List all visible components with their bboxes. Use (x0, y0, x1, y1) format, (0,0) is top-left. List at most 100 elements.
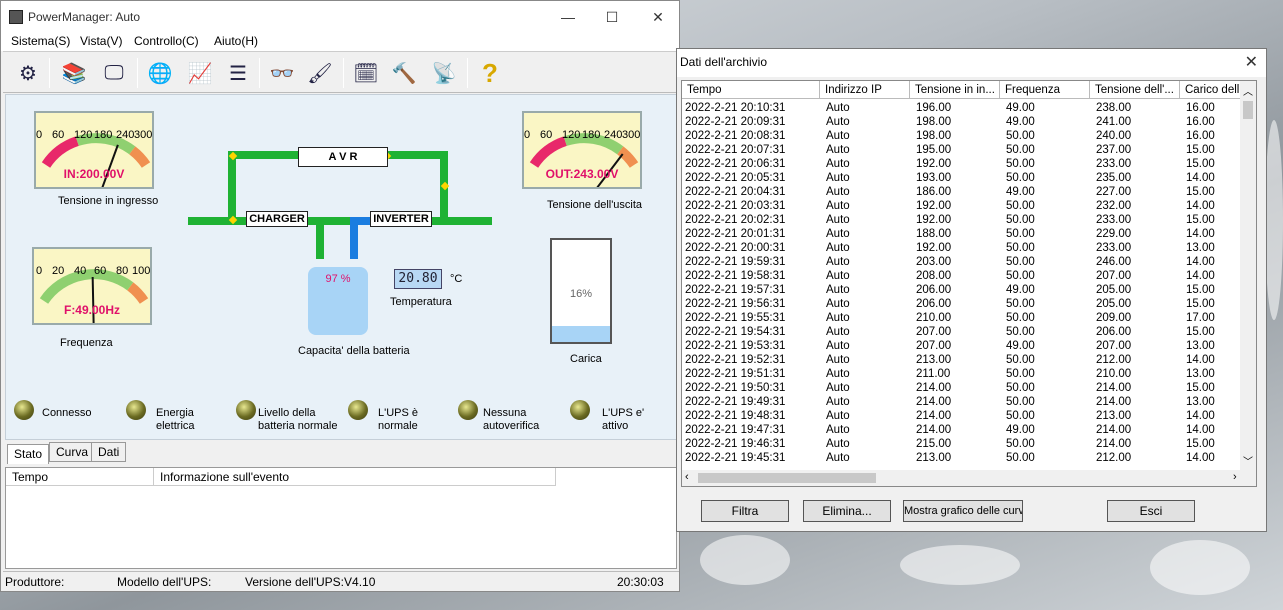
gauge-tick: 60 (94, 265, 107, 277)
table-cell: Auto (826, 298, 850, 310)
table-row[interactable]: 2022-2-21 20:10:31 Auto 196.00 49.00 238.00 1… (682, 101, 1242, 115)
monitor-pen-icon[interactable]: 🖵 (97, 56, 131, 90)
scroll-down-icon[interactable]: ﹀ (1243, 453, 1253, 468)
horizontal-scrollbar[interactable]: ‹ › (682, 470, 1256, 486)
list-icon[interactable]: ☰ (221, 56, 255, 90)
minimize-button[interactable]: — (545, 1, 591, 33)
table-row[interactable]: 2022-2-21 19:45:31 Auto 213.00 50.00 212.00 1… (682, 451, 1242, 465)
title-bar[interactable]: PowerManager: Auto — ☐ ✕ (1, 1, 679, 33)
table-row[interactable]: 2022-2-21 19:55:31 Auto 210.00 50.00 209.00 1… (682, 311, 1242, 325)
vertical-scrollbar[interactable]: ︿ ﹀ (1240, 81, 1256, 471)
table-row[interactable]: 2022-2-21 20:01:31 Auto 188.00 50.00 229.00 1… (682, 227, 1242, 241)
table-cell: 188.00 (916, 228, 952, 240)
table-cell: 2022-2-21 20:07:31 (685, 144, 786, 156)
menu-vista[interactable]: Vista(V) (80, 34, 122, 48)
table-cell: 210.00 (1096, 368, 1132, 380)
tools-icon[interactable]: 🔨 (387, 56, 421, 90)
gauge-value: F:49.00Hz (63, 303, 121, 317)
table-row[interactable]: 2022-2-21 19:47:31 Auto 214.00 49.00 214.00 1… (682, 423, 1242, 437)
column-header-event[interactable]: Informazione sull'evento (154, 468, 556, 486)
table-cell: 2022-2-21 20:09:31 (685, 116, 786, 128)
filter-button[interactable]: Filtra (701, 500, 789, 522)
table-row[interactable]: 2022-2-21 20:04:31 Auto 186.00 49.00 227.00 1… (682, 185, 1242, 199)
toolbar: ⚙ 📚 🖵 🌐 📈 ☰ 👓 🖌 🗓 🔨 📡 ? (3, 51, 679, 93)
menu-sistema[interactable]: Sistema(S) (11, 34, 70, 48)
table-cell: 49.00 (1006, 424, 1035, 436)
table-cell: 15.00 (1186, 186, 1215, 198)
table-cell: 17.00 (1186, 312, 1215, 324)
column-header[interactable]: Indirizzo IP (820, 81, 910, 99)
table-cell: Auto (826, 284, 850, 296)
column-header[interactable]: Tempo (682, 81, 820, 99)
scroll-left-icon[interactable]: ‹ (685, 471, 689, 483)
close-button[interactable]: ✕ (635, 1, 681, 33)
settings-tools-icon[interactable]: ⚙ (11, 56, 45, 90)
help-icon[interactable]: ? (473, 56, 507, 90)
maximize-button[interactable]: ☐ (589, 1, 635, 33)
scroll-right-icon[interactable]: › (1233, 471, 1237, 483)
books-icon[interactable]: 📚 (57, 56, 91, 90)
menu-controllo[interactable]: Controllo(C) (134, 34, 199, 48)
table-row[interactable]: 2022-2-21 20:07:31 Auto 195.00 50.00 237.00 1… (682, 143, 1242, 157)
table-row[interactable]: 2022-2-21 19:49:31 Auto 214.00 50.00 214.00 1… (682, 395, 1242, 409)
table-row[interactable]: 2022-2-21 19:59:31 Auto 203.00 50.00 246.00 1… (682, 255, 1242, 269)
table-cell: 214.00 (916, 410, 952, 422)
gauge-tick: 240 (116, 129, 135, 141)
tab-dati[interactable]: Dati (91, 442, 127, 462)
scroll-thumb[interactable] (698, 473, 876, 483)
delete-button[interactable]: Elimina... (803, 500, 891, 522)
table-row[interactable]: 2022-2-21 20:00:31 Auto 192.00 50.00 233.00 1… (682, 241, 1242, 255)
table-cell: 206.00 (1096, 326, 1132, 338)
table-cell: 206.00 (916, 284, 952, 296)
temperature-display: 20.80 (394, 269, 442, 289)
table-row[interactable]: 2022-2-21 19:48:31 Auto 214.00 50.00 213.00 1… (682, 409, 1242, 423)
table-cell: 49.00 (1006, 340, 1035, 352)
archive-title-bar[interactable]: Dati dell'archivio ✕ (677, 49, 1266, 77)
led-label: attivo (602, 420, 629, 432)
chart-icon[interactable]: 📈 (183, 56, 217, 90)
table-row[interactable]: 2022-2-21 20:03:31 Auto 192.00 50.00 232.00 1… (682, 199, 1242, 213)
globe-icon[interactable]: 🌐 (143, 56, 177, 90)
table-row[interactable]: 2022-2-21 19:56:31 Auto 206.00 50.00 205.00 1… (682, 297, 1242, 311)
led-label: Nessuna (483, 407, 527, 419)
glasses-icon[interactable]: 👓 (265, 56, 299, 90)
table-row[interactable]: 2022-2-21 19:51:31 Auto 211.00 50.00 210.00 1… (682, 367, 1242, 381)
tab-curva[interactable]: Curva (49, 442, 96, 462)
schedule-icon[interactable]: 🗓 (349, 56, 383, 90)
signal-icon[interactable]: 📡 (427, 56, 461, 90)
table-row[interactable]: 2022-2-21 19:58:31 Auto 208.00 50.00 207.00 1… (682, 269, 1242, 283)
table-cell: 211.00 (916, 368, 951, 380)
menu-aiuto[interactable]: Aiuto(H) (214, 34, 258, 48)
brush-icon[interactable]: 🖌 (303, 56, 337, 90)
table-row[interactable]: 2022-2-21 20:09:31 Auto 198.00 49.00 241.00 1… (682, 115, 1242, 129)
table-row[interactable]: 2022-2-21 19:54:31 Auto 207.00 50.00 206.00 1… (682, 325, 1242, 339)
column-header[interactable]: Tensione in in... (910, 81, 1000, 99)
column-header-time[interactable]: Tempo (6, 468, 154, 486)
table-row[interactable]: 2022-2-21 20:05:31 Auto 193.00 50.00 235.00 1… (682, 171, 1242, 185)
table-row[interactable]: 2022-2-21 19:52:31 Auto 213.00 50.00 212.00 1… (682, 353, 1242, 367)
background-snow (900, 545, 1020, 585)
scroll-thumb[interactable] (1243, 101, 1253, 119)
table-cell: 192.00 (916, 200, 952, 212)
table-row[interactable]: 2022-2-21 20:02:31 Auto 192.00 50.00 233.00 1… (682, 213, 1242, 227)
tab-stato[interactable]: Stato (7, 444, 50, 464)
table-row[interactable]: 2022-2-21 19:46:31 Auto 215.00 50.00 214.00 1… (682, 437, 1242, 451)
scroll-up-icon[interactable]: ︿ (1243, 83, 1253, 98)
table-cell: 13.00 (1186, 368, 1215, 380)
table-row[interactable]: 2022-2-21 19:53:31 Auto 207.00 49.00 207.00 1… (682, 339, 1242, 353)
column-header[interactable]: Carico dell'u (1180, 81, 1246, 99)
led-label: Connesso (42, 407, 92, 419)
background-snow (1150, 540, 1250, 595)
table-row[interactable]: 2022-2-21 20:06:31 Auto 192.00 50.00 233.00 1… (682, 157, 1242, 171)
table-cell: 15.00 (1186, 214, 1215, 226)
table-cell: 2022-2-21 19:51:31 (685, 368, 786, 380)
exit-button[interactable]: Esci (1107, 500, 1195, 522)
table-row[interactable]: 2022-2-21 19:50:31 Auto 214.00 50.00 214.00 1… (682, 381, 1242, 395)
show-chart-button[interactable]: Mostra grafico delle curve (903, 500, 1023, 522)
table-row[interactable]: 2022-2-21 20:08:31 Auto 198.00 50.00 240.00 1… (682, 129, 1242, 143)
column-header[interactable]: Frequenza (1000, 81, 1090, 99)
load-label: Carica (570, 353, 602, 365)
close-icon[interactable]: ✕ (1245, 52, 1258, 72)
table-row[interactable]: 2022-2-21 19:57:31 Auto 206.00 49.00 205.00 1… (682, 283, 1242, 297)
column-header[interactable]: Tensione dell'... (1090, 81, 1180, 99)
